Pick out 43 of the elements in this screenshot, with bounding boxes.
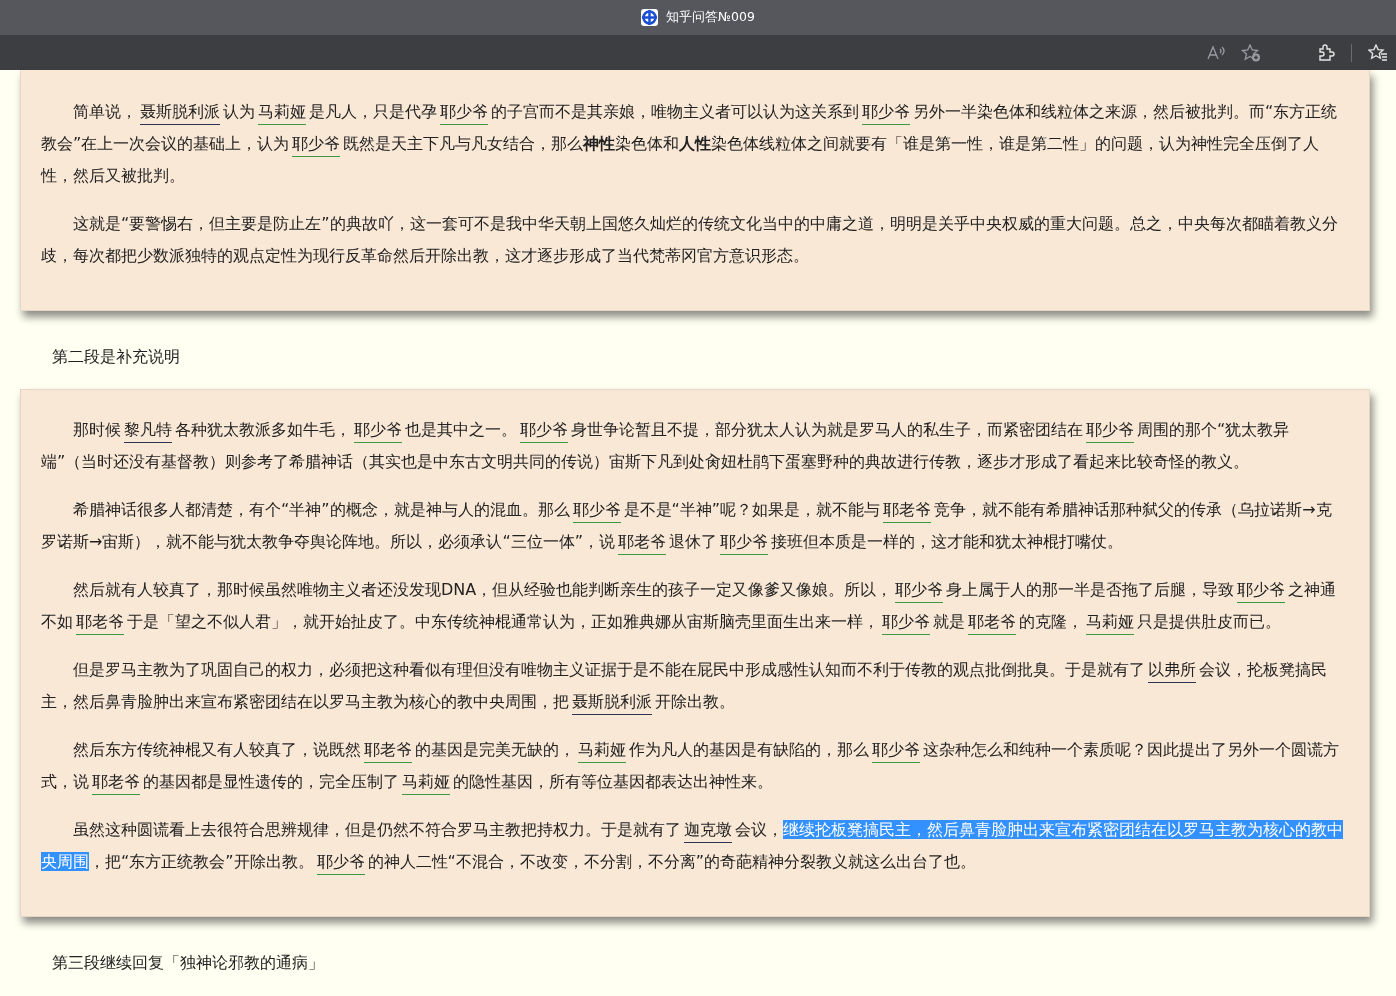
term-link[interactable]: 耶少爷 bbox=[354, 418, 402, 443]
section-heading: 第二段是补充说明 bbox=[52, 347, 180, 366]
paragraph: 那时候 黎凡特 各种犹太教派多如牛毛， 耶少爷 也是其中之一。 耶少爷 身世争论暂且不提，部分犹太人认为就是罗马人的私生子，而紧密团结在 耶少爷 周围的那个“犹太教异端”（当时还没有基督教）则参考了希腊神话（其实也是中东古文明共同的传说）宙斯下凡到处肏妞杜鹃下蛋塞野种的典故进行传教，逐步才形成了看起来比较奇怪的教义。 bbox=[41, 417, 1291, 473]
term-link[interactable]: 马莉娅 bbox=[258, 100, 306, 125]
term-link[interactable]: 耶少爷 bbox=[1086, 418, 1134, 443]
term-link[interactable]: 耶少爷 bbox=[316, 850, 365, 875]
term-link[interactable]: 以弗所 bbox=[1148, 658, 1196, 683]
term-link[interactable]: 耶老爷 bbox=[92, 770, 140, 795]
term-link[interactable]: 耶少爷 bbox=[440, 100, 488, 125]
site-icon bbox=[641, 9, 659, 26]
paragraph: 然后东方传统神棍又有人较真了，说既然 耶老爷 的基因是完美无缺的， 马莉娅 作为凡人的基因是有缺陷的，那么 耶少爷 这杂种怎么和纯种一个素质呢？因此提出了另外一个圆谎方式，说 耶老爷 的基因都是显性遗传的，完全压制了 马莉娅 的隐性基因，所有等位基因都表达出神性来。 bbox=[41, 734, 1344, 798]
term-link[interactable]: 马莉娅 bbox=[1086, 610, 1134, 635]
extensions-icon[interactable] bbox=[1317, 43, 1335, 62]
term-link[interactable]: 耶少爷 bbox=[862, 100, 910, 125]
term-link[interactable]: 聂斯脱利派 bbox=[140, 100, 220, 125]
term-link[interactable]: 耶少爷 bbox=[895, 578, 944, 603]
term-link[interactable]: 黎凡特 bbox=[124, 418, 172, 443]
add-favorite-icon[interactable] bbox=[1241, 43, 1261, 62]
paragraph: 这就是“要警惕右，但主要是防止左”的典故吖，这一套可不是我中华天朝上国悠久灿烂的传统文化当中的中庸之道，明明是关乎中央权威的重大问题。总之，中央每次都瞄着教义分歧，每次都把少数派独特的观点定性为现行反革命然后开除出教，这才逐步形成了当代梵蒂冈官方意识形态。 bbox=[41, 213, 1339, 267]
term-link[interactable]: 耶少爷 bbox=[882, 610, 930, 635]
term-link[interactable]: 耶少爷 bbox=[1237, 578, 1286, 603]
read-aloud-icon[interactable] bbox=[1207, 44, 1225, 61]
term-link[interactable]: 马莉娅 bbox=[578, 738, 626, 763]
paragraph: 简单说， 聂斯脱利派 认为 马莉娅 是凡人，只是代孕 耶少爷 的子宫而不是其亲娘，唯物主义者可以认为这关系到 耶少爷 另外一半染色体和线粒体之来源，然后被批判。而“东方正统教会”在上一次会议的基础上，认为 耶少爷 既然是天主下凡与凡女结合，那么神性染色体和人性染色体线粒体之间就要有「谁是第一性，谁是第二性」的问题，认为神性完全压倒了人性，然后又被批判。 bbox=[41, 99, 1339, 187]
term-link[interactable]: 耶老爷 bbox=[364, 738, 412, 763]
term-link[interactable]: 迦克墩 bbox=[684, 818, 732, 843]
term-link[interactable]: 聂斯脱利派 bbox=[572, 690, 652, 715]
term-link[interactable]: 耶少爷 bbox=[720, 530, 768, 555]
section-heading: 第三段继续回复「独神论邪教的通病」 bbox=[52, 953, 324, 972]
favorites-icon[interactable] bbox=[1368, 43, 1388, 62]
term-link[interactable]: 耶老爷 bbox=[883, 498, 932, 523]
term-link[interactable]: 耶老爷 bbox=[968, 610, 1016, 635]
term-link[interactable]: 耶少爷 bbox=[872, 738, 920, 763]
term-link[interactable]: 耶老爷 bbox=[618, 530, 666, 555]
term-link[interactable]: 耶少爷 bbox=[292, 132, 341, 157]
term-link[interactable]: 耶少爷 bbox=[520, 418, 568, 443]
paragraph: 然后就有人较真了，那时候虽然唯物主义者还没发现DNA，但从经验也能判断亲生的孩子一定又像爹又像娘。所以， 耶少爷 身上属于人的那一半是否拖了后腿，导致 耶少爷 之神通不如 耶老爷 于是「望之不似人君」，就开始扯皮了。中东传统神棍通常认为，正如雅典娜从宙斯脑壳里面生出来一样， 耶少爷 就是 耶老爷 的克隆， 马莉娅 只是提供肚皮而已。 bbox=[41, 574, 1344, 638]
term-link[interactable]: 耶少爷 bbox=[572, 498, 621, 523]
window-title: 知乎问答№009 bbox=[666, 8, 755, 27]
paragraph: 希腊神话很多人都清楚，有个“半神”的概念，就是神与人的混血。那么 耶少爷 是不是“半神”呢？如果是，就不能与 耶老爷 竞争，就不能有希腊神话那种弑父的传承（乌拉诺斯→克罗诺斯→宙斯），就不能与犹太教争夺舆论阵地。所以，必须承认“三位一体”，说 耶老爷 退休了 耶少爷 接班但本质是一样的，这才能和犹太神棍打嘴仗。 bbox=[41, 494, 1344, 558]
term-link[interactable]: 马莉娅 bbox=[402, 770, 450, 795]
paragraph: 但是罗马主教为了巩固自己的权力，必须把这种看似有理但没有唯物主义证据于是不能在屁民中形成感性认知而不利于传教的观点批倒批臭。于是就有了 以弗所 会议，抡板凳搞民主，然后鼻青脸肿出来宣布紧密团结在以罗马主教为核心的教中央周围，把 聂斯脱利派 开除出教。 bbox=[41, 654, 1344, 718]
term-link[interactable]: 耶老爷 bbox=[76, 610, 124, 635]
